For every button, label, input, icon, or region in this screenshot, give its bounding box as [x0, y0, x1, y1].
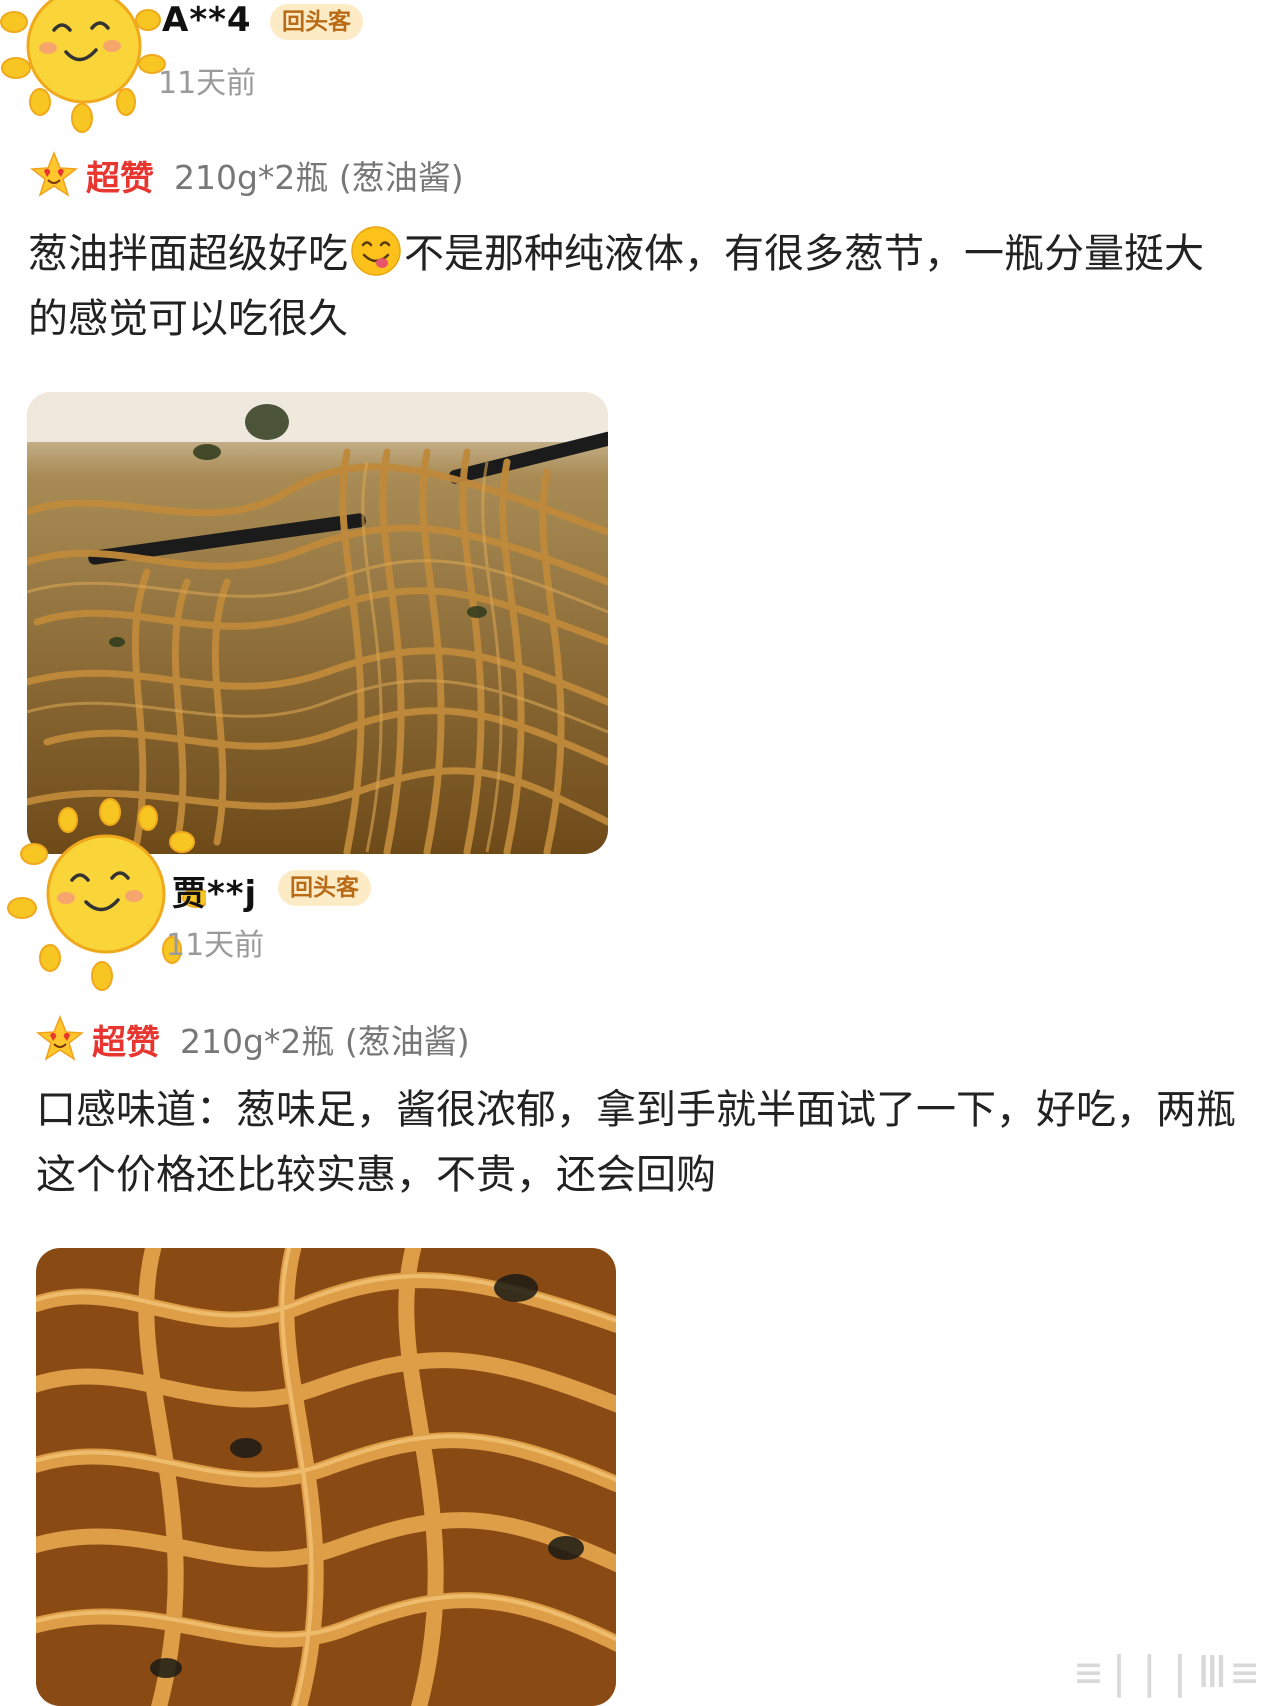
review-text: 葱油拌面超级好吃 不是那种纯液体，有很多葱节，一瓶分量挺大的感觉可以吃很久	[28, 222, 1228, 352]
review-text: 口感味道：葱味足，酱很浓郁，拿到手就半面试了一下，好吃，两瓶这个价格还比较实惠，…	[36, 1087, 1236, 1198]
rating-label: 超赞	[92, 1022, 160, 1063]
product-spec: 210g*2瓶 (葱油酱)	[180, 1022, 470, 1061]
review-time: 11天前	[166, 928, 265, 963]
review-card: 贾**j 回头客 11天前 超赞 210g*2瓶 (葱油酱) 口感味道：葱味足，…	[0, 798, 1280, 1706]
repeat-customer-badge: 回头客	[278, 870, 371, 906]
review-time: 11天前	[158, 66, 257, 101]
watermark-icon: ≡|||Ⅲ≡	[1075, 1647, 1262, 1698]
product-spec: 210g*2瓶 (葱油酱)	[174, 158, 464, 197]
rating-row: 超赞 210g*2瓶 (葱油酱)	[30, 150, 464, 200]
rating-label: 超赞	[86, 158, 154, 199]
heart-eyes-star-icon	[36, 1015, 84, 1061]
reviewer-name[interactable]: A**4	[162, 0, 252, 40]
review-photo-noodles[interactable]	[36, 1248, 616, 1706]
repeat-customer-badge: 回头客	[270, 4, 363, 40]
yum-face-icon	[351, 226, 401, 276]
review-text-part: 葱油拌面超级好吃	[28, 231, 348, 277]
rating-row: 超赞 210g*2瓶 (葱油酱)	[36, 1014, 470, 1064]
review-card: A**4 回头客 11天前 超赞 210g*2瓶 (葱油酱) 葱油拌面超级好吃 …	[0, 0, 1280, 860]
reviewer-name[interactable]: 贾**j	[172, 866, 257, 915]
heart-eyes-star-icon	[30, 151, 78, 197]
review-photo-noodles[interactable]	[27, 392, 608, 854]
